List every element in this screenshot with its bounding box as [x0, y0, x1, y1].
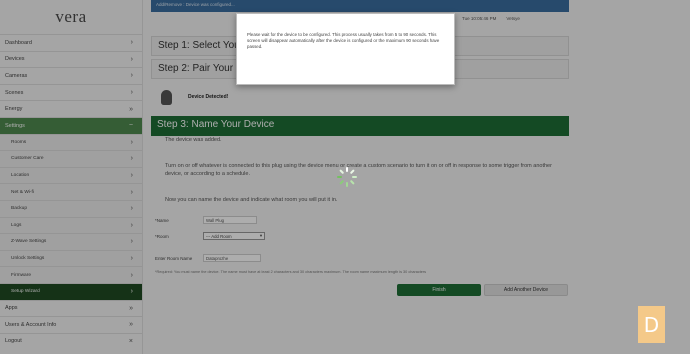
configuring-message: Please wait for the device to be configu…	[247, 32, 440, 49]
watermark-logo: D	[638, 306, 665, 343]
loading-spinner-icon	[337, 167, 357, 187]
configuring-dialog: Please wait for the device to be configu…	[236, 13, 455, 85]
